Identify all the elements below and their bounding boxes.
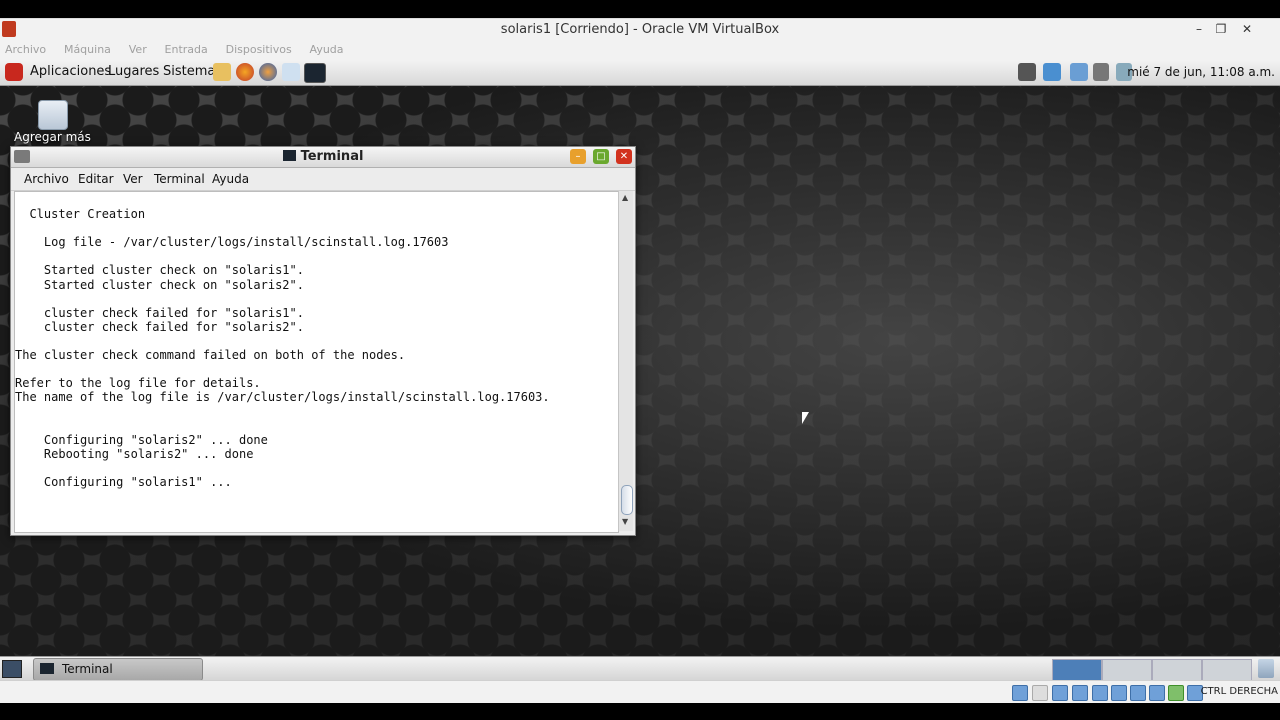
vbox-statusbar: CTRL DERECHA	[0, 680, 1280, 703]
terminal-line: cluster check failed for "solaris1".	[15, 305, 304, 320]
terminal-minimize-button[interactable]: –	[570, 149, 586, 164]
terminal-menu-ver[interactable]: Ver	[123, 172, 143, 186]
show-desktop-icon[interactable]	[2, 660, 22, 678]
add-more-icon[interactable]	[38, 100, 68, 130]
panel-clock[interactable]: mié 7 de jun, 11:08 a.m.	[1127, 65, 1275, 79]
menu-ayuda[interactable]: Ayuda	[310, 43, 344, 56]
terminal-line: Configuring "solaris1" ...	[15, 474, 232, 489]
workspace-3[interactable]	[1152, 659, 1202, 680]
terminal-close-button[interactable]: ✕	[616, 149, 632, 164]
minimize-button[interactable]: –	[1190, 21, 1208, 37]
oracle-menu-icon[interactable]	[5, 63, 23, 81]
close-button[interactable]: ✕	[1238, 21, 1256, 37]
menu-dispositivos[interactable]: Dispositivos	[226, 43, 292, 56]
update-icon[interactable]	[282, 63, 300, 81]
shared-folder-status-icon[interactable]	[1111, 685, 1127, 701]
guest-desktop: Aplicaciones Lugares Sistema mié 7 de ju…	[0, 60, 1280, 680]
terminal-titlebar[interactable]: Terminal – □ ✕	[11, 147, 635, 168]
terminal-menu-ayuda[interactable]: Ayuda	[212, 172, 249, 186]
menu-maquina[interactable]: Máquina	[64, 43, 111, 56]
trash-icon[interactable]	[1258, 659, 1274, 678]
terminal-line: The name of the log file is /var/cluster…	[15, 390, 550, 405]
mouse-cursor-icon	[802, 412, 809, 424]
menu-entrada[interactable]: Entrada	[165, 43, 208, 56]
panel-menu-aplicaciones[interactable]: Aplicaciones	[30, 64, 111, 79]
capture-status-icon[interactable]	[1149, 685, 1165, 701]
workspace-4[interactable]	[1202, 659, 1252, 680]
vtx-status-icon[interactable]	[1168, 685, 1184, 701]
network-icon[interactable]	[1070, 63, 1088, 81]
hdd-status-icon[interactable]	[1012, 685, 1028, 701]
terminal-line: Started cluster check on "solaris1".	[15, 263, 304, 278]
terminal-menubar: Archivo Editar Ver Terminal Ayuda	[11, 168, 635, 191]
terminal-output[interactable]: Cluster Creation Log file - /var/cluster…	[14, 191, 619, 533]
menu-archivo[interactable]: Archivo	[5, 43, 46, 56]
bottom-panel: Terminal	[0, 656, 1280, 680]
top-panel: Aplicaciones Lugares Sistema mié 7 de ju…	[0, 60, 1280, 86]
vbox-titlebar: solaris1 [Corriendo] - Oracle VM Virtual…	[0, 18, 1280, 41]
terminal-line: Rebooting "solaris2" ... done	[15, 446, 254, 461]
display-status-icon[interactable]	[1130, 685, 1146, 701]
usb-status-icon[interactable]	[1092, 685, 1108, 701]
taskbar-terminal-button[interactable]: Terminal	[33, 658, 203, 680]
terminal-line: The cluster check command failed on both…	[15, 348, 406, 362]
terminal-icon	[282, 150, 296, 161]
terminal-menu-archivo[interactable]: Archivo	[24, 172, 69, 186]
terminal-scrollbar[interactable]: ▲ ▼	[618, 191, 633, 531]
terminal-title: Terminal	[11, 149, 635, 164]
taskbar-terminal-label: Terminal	[62, 662, 113, 676]
host-key-label: CTRL DERECHA	[1200, 686, 1278, 697]
clock-applet-icon[interactable]	[1018, 63, 1036, 81]
terminal-menu-terminal[interactable]: Terminal	[154, 172, 205, 186]
optical-status-icon[interactable]	[1032, 685, 1048, 701]
terminal-task-icon	[40, 663, 54, 674]
restore-button[interactable]: ❐	[1212, 21, 1230, 37]
firefox-icon[interactable]	[236, 63, 254, 81]
terminal-line: Started cluster check on "solaris2".	[15, 277, 304, 292]
terminal-line: Configuring "solaris2" ... done	[15, 432, 268, 447]
update-notifier-icon[interactable]	[1043, 63, 1061, 81]
audio-status-icon[interactable]	[1052, 685, 1068, 701]
scroll-down-arrow-icon[interactable]: ▼	[622, 517, 628, 526]
vbox-menubar: Archivo Máquina Ver Entrada Dispositivos…	[0, 40, 1280, 60]
window-title: solaris1 [Corriendo] - Oracle VM Virtual…	[500, 22, 780, 37]
network-status-icon[interactable]	[1072, 685, 1088, 701]
scroll-up-arrow-icon[interactable]: ▲	[622, 193, 628, 202]
workspace-1[interactable]	[1052, 659, 1102, 680]
terminal-launcher-icon[interactable]	[304, 63, 326, 83]
home-folder-icon[interactable]	[213, 63, 231, 81]
desktop-icon-label[interactable]: Agregar más	[14, 130, 91, 144]
scroll-thumb[interactable]	[621, 485, 633, 515]
terminal-maximize-button[interactable]: □	[593, 149, 609, 164]
panel-menu-lugares[interactable]: Lugares	[108, 64, 159, 79]
terminal-line: Refer to the log file for details.	[15, 376, 261, 391]
thunderbird-icon[interactable]	[259, 63, 277, 81]
workspace-2[interactable]	[1102, 659, 1152, 680]
terminal-line: Cluster Creation	[15, 207, 146, 221]
terminal-line: cluster check failed for "solaris2".	[15, 319, 304, 334]
terminal-menu-editar[interactable]: Editar	[78, 172, 114, 186]
menu-ver[interactable]: Ver	[129, 43, 147, 56]
terminal-line: Log file - /var/cluster/logs/install/sci…	[15, 235, 449, 250]
panel-menu-sistema[interactable]: Sistema	[163, 64, 215, 79]
terminal-window: Terminal – □ ✕ Archivo Editar Ver Termin…	[10, 146, 636, 536]
volume-icon[interactable]	[1093, 63, 1109, 81]
